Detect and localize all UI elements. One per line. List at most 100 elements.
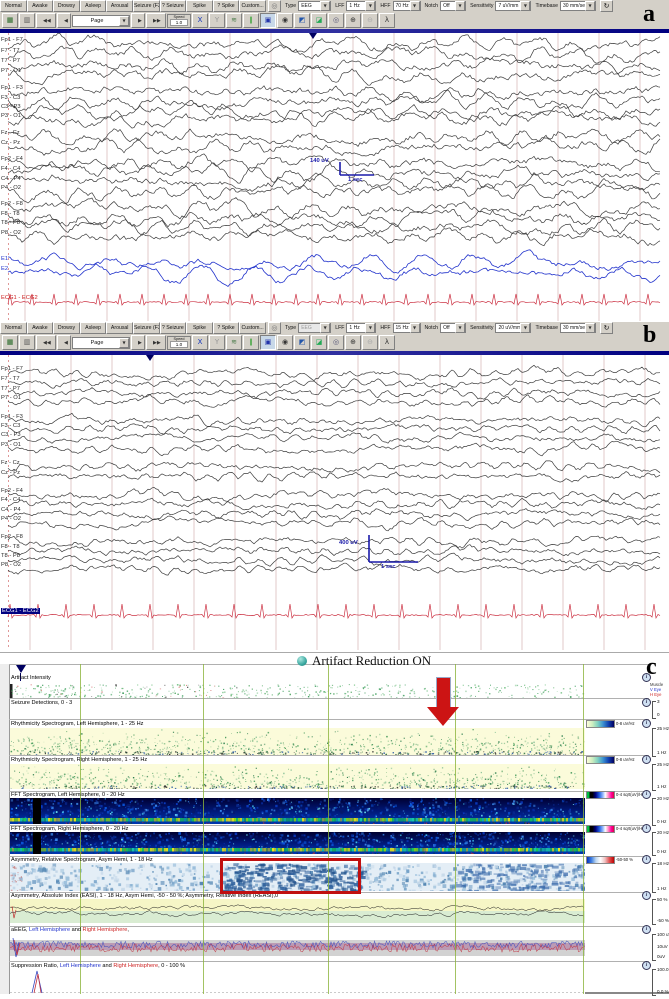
detection-settings-icon[interactable]: ◎ <box>328 335 344 350</box>
channel-label-cz-pz[interactable]: Cz - Pz <box>1 470 20 476</box>
channel-label-fp2-f8[interactable]: Fp2 - F8 <box>1 201 23 207</box>
info-icon[interactable]: i <box>642 698 651 707</box>
info-icon[interactable]: i <box>642 719 651 728</box>
save-montage-icon[interactable]: ◩ <box>294 335 310 350</box>
filter-select-timebase[interactable]: 30 mm/sec▼ <box>560 323 596 333</box>
lambda-wave-icon[interactable]: λ <box>379 335 395 350</box>
channel-label-fp2-f4[interactable]: Fp2 - F4 <box>1 156 23 162</box>
trigger-asleep[interactable]: Asleep <box>80 322 107 334</box>
trend-cursor-marker[interactable] <box>16 665 26 673</box>
monitor-icon[interactable]: ▣ <box>260 335 276 350</box>
print-preview-icon[interactable]: ▥ <box>19 335 35 350</box>
zoom-out-icon[interactable]: ⊖ <box>362 335 378 350</box>
trend-time-cursor[interactable] <box>583 664 584 994</box>
channel-label-p8-o2[interactable]: P8 - O2 <box>1 230 21 236</box>
channel-label-fp1-f3[interactable]: Fp1 - F3 <box>1 414 23 420</box>
page-forward-button[interactable]: ▶ <box>131 335 145 350</box>
camera-icon[interactable]: ◉ <box>277 335 293 350</box>
eeg-trace-area[interactable] <box>0 355 669 650</box>
zoom-in-icon[interactable]: ⊕ <box>345 335 361 350</box>
patient-video-icon[interactable]: ≋ <box>226 335 242 350</box>
montage-editor-icon[interactable]: ▦ <box>2 335 18 350</box>
trend-left-gutter[interactable] <box>0 664 10 994</box>
channel-label-c4-p4[interactable]: C4 - P4 <box>1 507 21 513</box>
channel-label-fp1-f7[interactable]: Fp1 - F7 <box>1 366 23 372</box>
channel-label-fp1-f7[interactable]: Fp1 - F7 <box>1 37 23 43</box>
filter-select-type[interactable]: EEG▼ <box>298 323 331 333</box>
channel-label-f4-c4[interactable]: F4 - C4 <box>1 166 20 172</box>
trigger-awake[interactable]: Awake <box>27 322 54 334</box>
axis-label: 1 Hz <box>657 784 666 789</box>
trigger-custom[interactable]: Custom... <box>239 322 266 334</box>
refresh-button[interactable]: ↻ <box>600 322 613 334</box>
page-select[interactable]: Page▼ <box>72 337 130 349</box>
channel-label-fz-cz[interactable]: Fz - Cz <box>1 460 20 466</box>
filter-select-notch[interactable]: Off▼ <box>440 323 466 333</box>
filter-value-type: EEG <box>299 325 320 331</box>
save-page-icon[interactable]: ◪ <box>311 335 327 350</box>
channel-label-p4-o2[interactable]: P4 - O2 <box>1 516 21 522</box>
channel-label-fp2-f4[interactable]: Fp2 - F4 <box>1 488 23 494</box>
channel-label-t7-p7[interactable]: T7 - P7 <box>1 58 20 64</box>
trigger-spike[interactable]: ? Spike <box>213 322 240 334</box>
channel-label-p7-o1[interactable]: P7 - O1 <box>1 68 21 74</box>
channel-label-p4-o2[interactable]: P4 - O2 <box>1 185 21 191</box>
info-icon[interactable]: i <box>642 961 651 970</box>
label-part: , 0 - 100 % <box>158 963 185 969</box>
info-icon[interactable]: i <box>642 891 651 900</box>
channel-label-ecg1-ecg2[interactable]: ECG1 - ECG2 <box>1 295 38 301</box>
filter-select-sensitivity[interactable]: 20 uV/mm▼ <box>495 323 531 333</box>
trigger-drowsy[interactable]: Drowsy <box>53 322 80 334</box>
channel-label-f7-t7[interactable]: F7 - T7 <box>1 376 20 382</box>
speed-value: 1.0 <box>170 341 188 348</box>
timeline-position-marker[interactable] <box>146 355 154 361</box>
info-icon[interactable]: i <box>642 824 651 833</box>
channel-label-cz-pz[interactable]: Cz - Pz <box>1 140 20 146</box>
channel-label-p8-o2[interactable]: P8 - O2 <box>1 562 21 568</box>
info-icon[interactable]: i <box>642 790 651 799</box>
channel-label-p7-o1[interactable]: P7 - O1 <box>1 395 21 401</box>
channel-label-e2[interactable]: E2 <box>1 266 8 272</box>
channel-label-c3-p3[interactable]: C3 - P3 <box>1 432 21 438</box>
channel-label-f3-c3[interactable]: F3 - C3 <box>1 423 20 429</box>
montage-pair-icon[interactable]: ∥ <box>243 335 259 350</box>
channel-label-t8-p8[interactable]: T8 - P8 <box>1 553 20 559</box>
event-type-y-icon[interactable]: Y <box>209 335 225 350</box>
trigger-normal[interactable]: Normal <box>0 322 27 334</box>
trigger-seizure[interactable]: ? Seizure <box>160 322 187 334</box>
page-back-button[interactable]: ◀ <box>57 335 71 350</box>
info-icon[interactable]: i <box>642 855 651 864</box>
filter-select-hff[interactable]: 15 Hz▼ <box>393 323 421 333</box>
channel-label-fz-cz[interactable]: Fz - Cz <box>1 130 20 136</box>
trend-row-label-asym-spec: Asymmetry, Relative Spectrogram, Asym He… <box>11 857 153 863</box>
info-icon[interactable]: i <box>642 755 651 764</box>
channel-label-p3-o1[interactable]: P3 - O1 <box>1 442 21 448</box>
trigger-arousal[interactable]: Arousal <box>106 322 133 334</box>
channel-label-e1[interactable]: E1 <box>1 256 8 262</box>
channel-label-f8-t8[interactable]: F8 - T8 <box>1 211 20 217</box>
filter-select-lff[interactable]: 1 Hz▼ <box>346 323 376 333</box>
gear-icon[interactable]: ◎ <box>268 322 281 334</box>
channel-label-fp2-f8[interactable]: Fp2 - F8 <box>1 534 23 540</box>
trigger-spike[interactable]: Spike <box>186 322 213 334</box>
channel-label-c4-p4[interactable]: C4 - P4 <box>1 176 21 182</box>
event-type-x-icon[interactable]: X <box>192 335 208 350</box>
trend-time-cursor[interactable] <box>203 664 204 994</box>
channel-label-fp1-f3[interactable]: Fp1 - F3 <box>1 85 23 91</box>
channel-label-ecg1-ecg2[interactable]: ECG1 - ECG2 <box>1 608 40 614</box>
channel-label-t8-p8[interactable]: T8 - P8 <box>1 220 20 226</box>
channel-label-c3-p3[interactable]: C3 - P3 <box>1 104 21 110</box>
channel-label-f8-t8[interactable]: F8 - T8 <box>1 544 20 550</box>
trigger-seizure-f3[interactable]: Seizure (F3) <box>133 322 160 334</box>
speed-spinner[interactable]: Speed1.0 <box>167 336 191 350</box>
fast-forward-button[interactable]: ▶▶ <box>146 335 166 350</box>
channel-label-f7-t7[interactable]: F7 - T7 <box>1 48 20 54</box>
channel-label-f4-c4[interactable]: F4 - C4 <box>1 497 20 503</box>
trend-time-cursor[interactable] <box>328 664 329 994</box>
channel-label-t7-p7[interactable]: T7 - P7 <box>1 386 20 392</box>
timeline-position-marker[interactable] <box>309 33 317 39</box>
info-icon[interactable]: i <box>642 925 651 934</box>
channel-label-f3-c3[interactable]: F3 - C3 <box>1 95 20 101</box>
rewind-button[interactable]: ◀◀ <box>36 335 56 350</box>
channel-label-p3-o1[interactable]: P3 - O1 <box>1 113 21 119</box>
